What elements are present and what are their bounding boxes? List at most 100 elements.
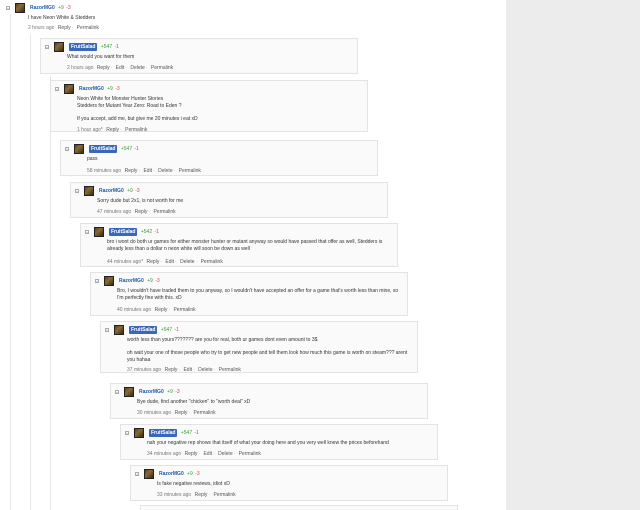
negative-rep: -1 xyxy=(134,146,139,152)
collapse-toggle[interactable]: − xyxy=(75,189,79,194)
comment-text: bro i wont do both ur games for either m… xyxy=(107,239,383,252)
user-avatar[interactable] xyxy=(54,42,64,52)
collapse-toggle[interactable]: − xyxy=(65,147,69,152)
comment-reply: − FruitSalad +547 -1 pass 58 minutes ago… xyxy=(60,140,378,176)
username-link[interactable]: RazorMG0 xyxy=(159,471,184,477)
user-avatar[interactable] xyxy=(64,84,74,94)
edit-link[interactable]: Edit xyxy=(143,168,152,174)
permalink-link[interactable]: Permalink xyxy=(201,259,223,265)
username-link[interactable]: FruitSalad xyxy=(149,429,178,437)
reply-link[interactable]: Reply xyxy=(147,259,160,265)
comment-reply: − FruitSalad +547 -1 worth less than you… xyxy=(100,321,418,373)
permalink-link[interactable]: Permalink xyxy=(151,65,173,71)
reply-link[interactable]: Reply xyxy=(106,127,119,133)
username-link[interactable]: RazorMG0 xyxy=(99,188,124,194)
positive-rep: +547 xyxy=(100,44,113,50)
thread-rail xyxy=(50,76,51,510)
collapse-toggle[interactable]: − xyxy=(105,328,109,333)
delete-link[interactable]: Delete xyxy=(180,259,194,265)
user-avatar[interactable] xyxy=(134,428,144,438)
collapse-toggle[interactable]: − xyxy=(115,390,119,395)
collapse-toggle[interactable]: − xyxy=(55,87,59,92)
permalink-link[interactable]: Permalink xyxy=(193,410,215,416)
collapse-toggle[interactable]: − xyxy=(45,45,49,50)
comment-text: Sorry dude but 2x1, is not worth for me xyxy=(97,198,184,204)
negative-rep: -1 xyxy=(114,44,119,50)
permalink-link[interactable]: Permalink xyxy=(153,209,175,215)
reply-link[interactable]: Reply xyxy=(155,307,168,313)
permalink-link[interactable]: Permalink xyxy=(179,168,201,174)
username-link[interactable]: FruitSalad xyxy=(129,326,158,334)
comment-header: FruitSalad +547 -1 xyxy=(69,43,119,51)
comment-reply: − RazorMG0 +9 -3 Is fake negative review… xyxy=(130,465,448,501)
user-avatar[interactable] xyxy=(84,186,94,196)
permalink-link[interactable]: Permalink xyxy=(239,451,261,457)
permalink-link[interactable]: Permalink xyxy=(125,127,147,133)
permalink-link[interactable]: Permalink xyxy=(173,307,195,313)
reply-link[interactable]: Reply xyxy=(165,367,178,373)
delete-link[interactable]: Delete xyxy=(198,367,212,373)
user-avatar[interactable] xyxy=(15,3,25,13)
username-link[interactable]: FruitSalad xyxy=(69,43,98,51)
username-link[interactable]: FruitSalad xyxy=(109,228,138,236)
comment-header: RazorMG0 +9 -3 xyxy=(119,278,160,284)
delete-link[interactable]: Delete xyxy=(158,168,172,174)
permalink-link[interactable]: Permalink xyxy=(213,492,235,498)
comment-meta: 2 hours ago Reply· Edit· Delete· Permali… xyxy=(67,65,174,71)
collapse-toggle[interactable]: − xyxy=(135,472,139,477)
username-link[interactable]: RazorMG0 xyxy=(79,86,104,92)
user-avatar[interactable] xyxy=(94,227,104,237)
collapse-toggle[interactable]: − xyxy=(125,431,129,436)
comment-timestamp: 2 hours ago xyxy=(67,65,94,71)
comment-reply: − RazorMG0 +9 -3 Neon White for Monster … xyxy=(50,80,368,133)
comment-header: RazorMG0 +9 -3 xyxy=(79,86,120,92)
reply-link[interactable]: Reply xyxy=(195,492,208,498)
comment-header: FruitSalad +542 -1 xyxy=(109,228,159,236)
user-avatar[interactable] xyxy=(104,276,114,286)
comment-header: RazorMG0 +9 -3 xyxy=(30,5,71,11)
comment-meta: 44 minutes ago* Reply· Edit· Delete· Per… xyxy=(107,259,223,265)
negative-rep: -3 xyxy=(195,471,200,477)
edit-link[interactable]: Edit xyxy=(203,451,212,457)
username-link[interactable]: FruitSalad xyxy=(89,145,118,153)
comment-text: pass xyxy=(87,156,98,162)
reply-link[interactable]: Reply xyxy=(175,410,188,416)
collapse-toggle[interactable]: − xyxy=(95,279,99,284)
positive-rep: +547 xyxy=(120,146,133,152)
reply-link[interactable]: Reply xyxy=(185,451,198,457)
reply-link[interactable]: Reply xyxy=(97,65,110,71)
user-avatar[interactable] xyxy=(114,325,124,335)
user-avatar[interactable] xyxy=(74,144,84,154)
positive-rep: +9 xyxy=(58,5,64,11)
negative-rep: -3 xyxy=(155,278,160,284)
username-link[interactable]: RazorMG0 xyxy=(139,389,164,395)
reply-link[interactable]: Reply xyxy=(125,168,138,174)
reply-link[interactable]: Reply xyxy=(135,209,148,215)
delete-link[interactable]: Delete xyxy=(218,451,232,457)
username-link[interactable]: RazorMG0 xyxy=(30,5,55,11)
comment-text: Is fake negative reviews, idiot xD xyxy=(157,481,230,487)
delete-link[interactable]: Delete xyxy=(130,65,144,71)
comment-reply: − RazorMG0 +9 -3 Bro, I wouldn't have tr… xyxy=(90,272,408,316)
comment-timestamp: 30 minutes ago xyxy=(137,410,172,416)
comment-reply: − FruitSalad +542 -1 bro i wont do both … xyxy=(80,223,398,267)
comment-text: Stedders for Mutant Year Zero: Road to E… xyxy=(77,103,182,109)
user-avatar[interactable] xyxy=(124,387,134,397)
permalink-link[interactable]: Permalink xyxy=(77,25,99,31)
comment-reply: − RazorMG0 +9 -3 Sorry dude but 2x1, is … xyxy=(70,182,388,218)
username-link[interactable]: RazorMG0 xyxy=(119,278,144,284)
reply-link[interactable]: Reply xyxy=(58,25,71,31)
edit-link[interactable]: Edit xyxy=(183,367,192,373)
collapse-toggle[interactable]: − xyxy=(6,6,10,11)
comment-timestamp: 2 hours ago xyxy=(28,25,55,31)
comment-meta: 37 minutes ago Reply· Edit· Delete· Perm… xyxy=(127,367,241,373)
comment-meta: 30 minutes ago Reply· Permalink xyxy=(137,410,216,416)
edit-link[interactable]: Edit xyxy=(116,65,125,71)
collapse-toggle[interactable]: − xyxy=(85,230,89,235)
edit-link[interactable]: Edit xyxy=(165,259,174,265)
user-avatar[interactable] xyxy=(144,469,154,479)
permalink-link[interactable]: Permalink xyxy=(219,367,241,373)
comment-meta: 2 hours ago Reply· Permalink xyxy=(28,25,99,31)
comment-text: I have Neon White & Stedders xyxy=(28,15,96,21)
comment-body: Bro, I wouldn't have traded them to you … xyxy=(117,288,401,302)
